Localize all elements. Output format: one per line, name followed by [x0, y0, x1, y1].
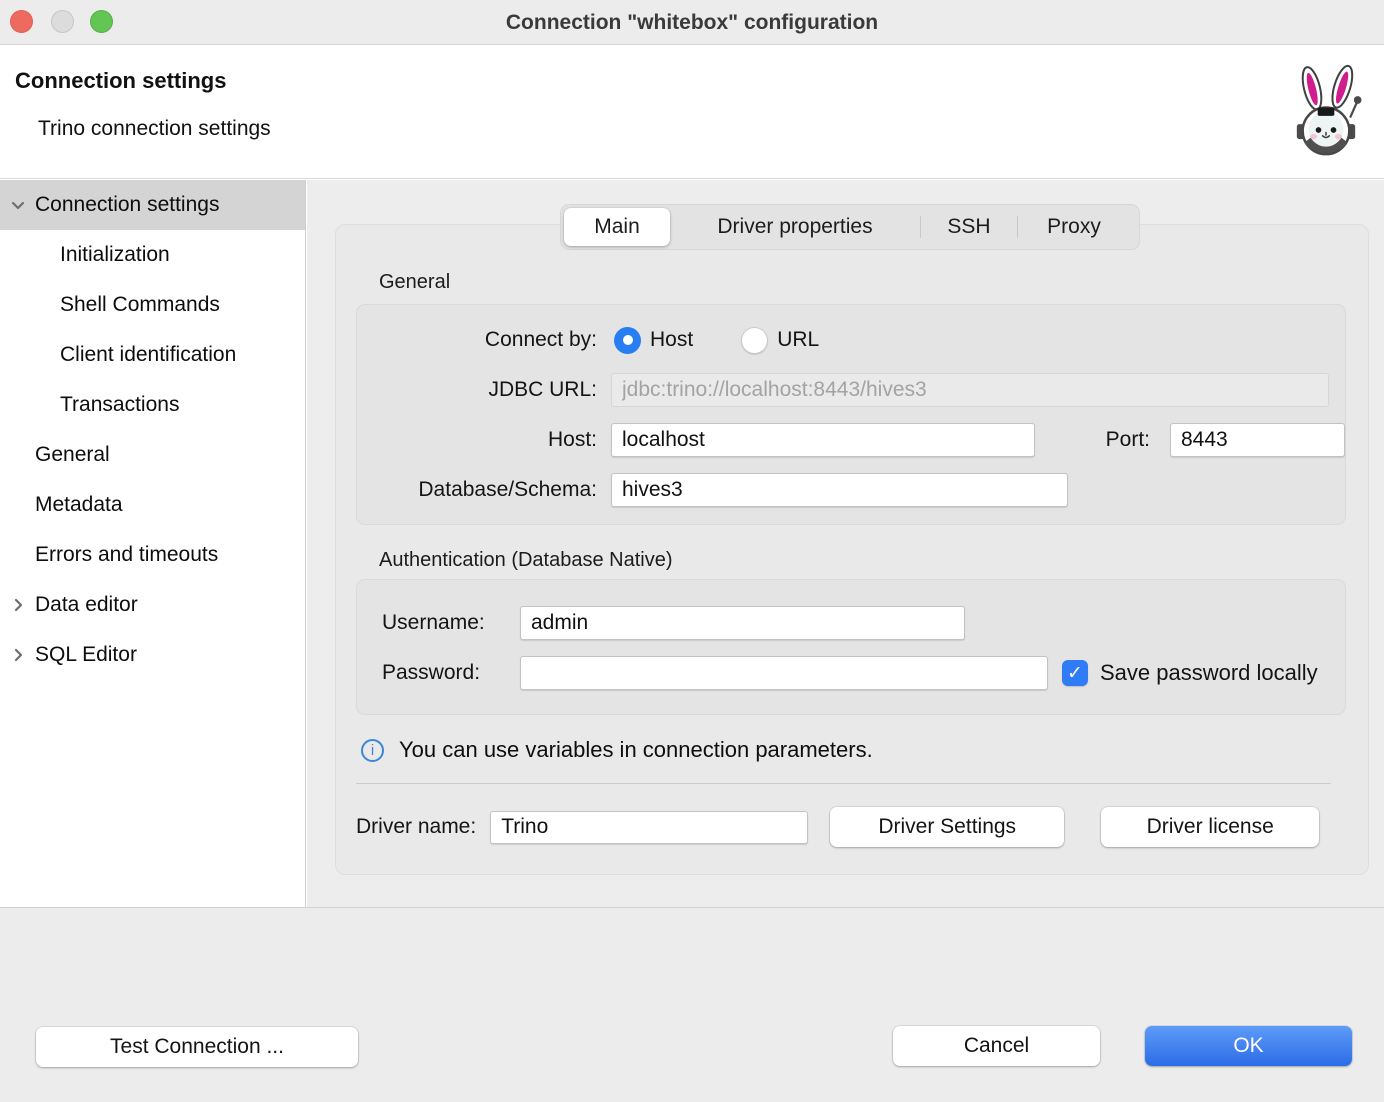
save-password-label: Save password locally	[1100, 660, 1318, 685]
info-row: i You can use variables in connection pa…	[361, 737, 873, 763]
general-groupbox: Connect by: Host URL JDBC URL: Host: Por…	[356, 304, 1346, 525]
info-text: You can use variables in connection para…	[399, 737, 873, 762]
cancel-button[interactable]: Cancel	[893, 1026, 1100, 1066]
connection-configuration-dialog: Connection "whitebox" configuration Conn…	[0, 0, 1384, 1102]
auth-groupbox: Username: Password: ✓ Save password loca…	[356, 579, 1346, 715]
username-input[interactable]	[520, 606, 965, 640]
sidebar-item-shell-commands[interactable]: Shell Commands	[0, 280, 305, 330]
url-radio-label: URL	[777, 328, 820, 351]
sidebar-item-label: Shell Commands	[60, 293, 220, 316]
checkmark-icon: ✓	[1067, 662, 1083, 684]
sidebar-item-label: Metadata	[35, 493, 123, 516]
sidebar-item-label: Initialization	[60, 243, 170, 266]
chevron-right-icon	[8, 595, 28, 615]
host-input[interactable]	[611, 423, 1036, 457]
auth-section-label: Authentication (Database Native)	[379, 549, 673, 571]
driver-name-input[interactable]	[490, 810, 809, 844]
sidebar-item-label: Errors and timeouts	[35, 543, 219, 566]
sidebar-item-metadata[interactable]: Metadata	[0, 480, 305, 530]
window-title: Connection "whitebox" configuration	[505, 10, 879, 34]
main-tab-panel: General Connect by: Host URL JDBC URL: j…	[335, 224, 1369, 875]
test-connection-button[interactable]: Test Connection ...	[36, 1027, 358, 1067]
username-label: Username:	[382, 611, 485, 634]
host-radio-label: Host	[650, 328, 694, 351]
sidebar-item-transactions[interactable]: Transactions	[0, 380, 305, 430]
password-input[interactable]	[520, 656, 1048, 690]
info-icon: i	[361, 738, 384, 762]
sidebar-item-label: Client identification	[60, 343, 237, 366]
connect-by-host-radio[interactable]	[614, 326, 641, 354]
sidebar-item-data-editor[interactable]: Data editor	[0, 580, 305, 630]
tab-bar: Main Driver properties SSH Proxy	[560, 204, 1140, 250]
sidebar-item-client-identification[interactable]: Client identification	[0, 330, 305, 380]
driver-name-label: Driver name:	[356, 815, 477, 838]
host-label: Host:	[547, 428, 597, 451]
connect-by-url-radio[interactable]	[741, 326, 769, 354]
sidebar-item-label: Connection settings	[35, 193, 220, 216]
sidebar: Connection settings Initialization Shell…	[0, 180, 306, 907]
general-section-label: General	[379, 271, 451, 293]
content-area: Main Driver properties SSH Proxy General…	[307, 180, 1384, 907]
tab-ssh[interactable]: SSH	[921, 208, 1017, 246]
header: Connection settings Trino connection set…	[0, 46, 1384, 179]
footer: Test Connection ... Cancel OK	[0, 907, 1384, 1102]
trino-logo	[1286, 54, 1366, 181]
chevron-down-icon	[8, 195, 28, 215]
save-password-checkbox[interactable]: ✓	[1062, 660, 1088, 686]
ok-button[interactable]: OK	[1145, 1026, 1352, 1066]
page-subtitle: Trino connection settings	[38, 117, 271, 140]
sidebar-item-label: Transactions	[60, 393, 180, 416]
tab-proxy[interactable]: Proxy	[1018, 208, 1130, 246]
chevron-right-icon	[8, 645, 28, 665]
sidebar-item-sql-editor[interactable]: SQL Editor	[0, 630, 305, 680]
titlebar: Connection "whitebox" configuration	[0, 0, 1384, 45]
sidebar-item-initialization[interactable]: Initialization	[0, 230, 305, 280]
page-title: Connection settings	[15, 68, 227, 93]
driver-settings-button[interactable]: Driver Settings	[830, 807, 1065, 847]
driver-license-button[interactable]: Driver license	[1101, 807, 1320, 847]
sidebar-item-label: General	[35, 443, 110, 466]
database-schema-label: Database/Schema:	[418, 478, 597, 501]
connect-by-label: Connect by:	[484, 328, 597, 351]
password-label: Password:	[382, 661, 481, 684]
jdbc-url-input[interactable]	[611, 373, 1329, 407]
port-input[interactable]	[1170, 423, 1345, 457]
port-label: Port:	[1105, 428, 1150, 451]
sidebar-item-connection-settings[interactable]: Connection settings	[0, 180, 305, 230]
driver-section-divider	[356, 783, 1331, 784]
jdbc-url-label: JDBC URL:	[488, 378, 597, 401]
database-schema-input[interactable]	[611, 473, 1068, 507]
sidebar-item-errors-and-timeouts[interactable]: Errors and timeouts	[0, 530, 305, 580]
tab-driver-properties[interactable]: Driver properties	[670, 208, 920, 246]
sidebar-item-general[interactable]: General	[0, 430, 305, 480]
tab-main[interactable]: Main	[564, 208, 670, 246]
